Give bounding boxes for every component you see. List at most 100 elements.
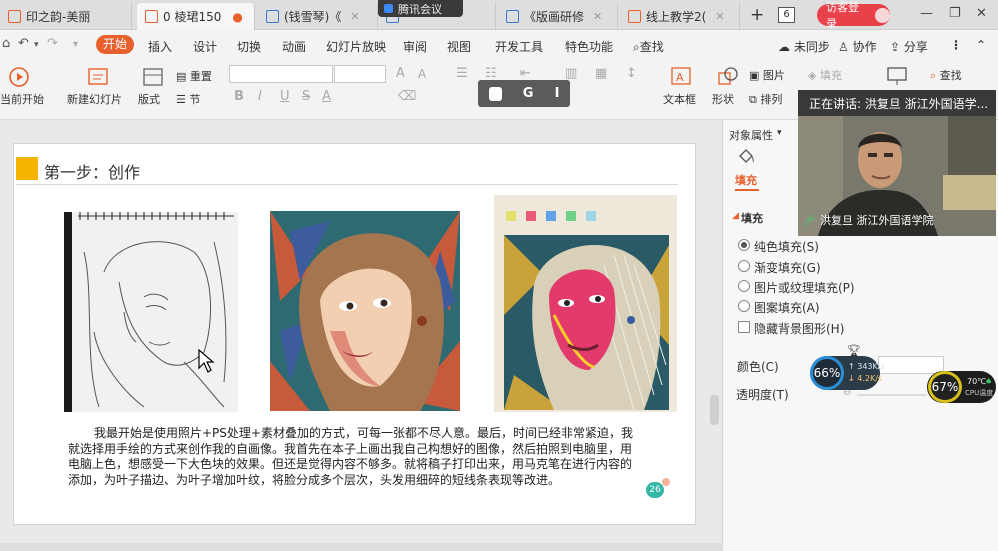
collab-button[interactable]: ♙ 协作 bbox=[838, 38, 877, 55]
shape-icon[interactable] bbox=[717, 66, 739, 86]
share-button[interactable]: ⇪ 分享 bbox=[890, 38, 928, 55]
transparency-slider[interactable] bbox=[857, 394, 927, 396]
bold-button[interactable]: B bbox=[234, 89, 244, 104]
font-color-button[interactable]: A bbox=[322, 89, 331, 104]
document-tab[interactable]: (钱雪琴)《 ✕ bbox=[258, 3, 378, 30]
close-tab-icon[interactable]: ✕ bbox=[593, 10, 602, 23]
fill-bucket-icon[interactable] bbox=[736, 147, 756, 165]
shape-label[interactable]: 形状 bbox=[712, 91, 734, 107]
object-properties-header[interactable]: 对象属性 bbox=[729, 127, 773, 143]
from-current-label[interactable]: 当前开始 bbox=[0, 91, 44, 107]
fill-button[interactable]: ◈ 填充 bbox=[808, 67, 842, 83]
menu-developer[interactable]: 开发工具 bbox=[495, 38, 543, 55]
menu-features[interactable]: 特色功能 bbox=[565, 38, 613, 55]
hand-icon[interactable] bbox=[488, 86, 502, 101]
undo-icon[interactable]: ↶ bbox=[18, 36, 29, 51]
document-tab[interactable]: 《版画研修 ✕ bbox=[498, 3, 618, 30]
solid-fill-radio[interactable] bbox=[738, 239, 750, 251]
print-icon[interactable]: ⌂ bbox=[2, 36, 10, 51]
eraser-icon[interactable]: ⌫ bbox=[398, 89, 416, 104]
play-from-current-icon[interactable] bbox=[8, 66, 30, 88]
layout-icon[interactable] bbox=[142, 66, 164, 88]
menu-insert[interactable]: 插入 bbox=[148, 38, 172, 55]
presenter-icon[interactable] bbox=[886, 66, 908, 86]
undo-dropdown-icon[interactable]: ▾ bbox=[34, 40, 39, 50]
new-slide-label[interactable]: 新建幻灯片 bbox=[67, 91, 122, 107]
slide-paragraph[interactable]: 我最开始是使用照片+PS处理+素材叠加的方式，可每一张都不尽人意。最后，时间已经… bbox=[68, 426, 676, 488]
more-icon[interactable]: ⋮ bbox=[950, 38, 962, 52]
menu-start-tab[interactable]: 开始 bbox=[96, 35, 134, 54]
hide-background-checkbox[interactable] bbox=[738, 321, 750, 333]
close-tab-icon[interactable]: ✕ bbox=[715, 10, 724, 23]
redo-icon[interactable]: ↷ bbox=[47, 36, 58, 51]
picture-fill-radio[interactable] bbox=[738, 280, 750, 292]
horizontal-scrollbar[interactable] bbox=[0, 543, 722, 551]
columns-icon[interactable]: ▥ bbox=[565, 66, 577, 81]
floating-i-button[interactable]: I bbox=[555, 86, 560, 101]
ppt-icon bbox=[145, 10, 158, 23]
restore-icon[interactable]: ❐ bbox=[949, 6, 961, 21]
pencil-sketch-portrait bbox=[64, 212, 234, 412]
close-tab-icon[interactable]: ✕ bbox=[350, 10, 359, 23]
document-tab-active[interactable]: 0 棱珺150 ● bbox=[137, 3, 255, 30]
section-button[interactable]: ☰ 节 bbox=[176, 91, 200, 107]
underline-button[interactable]: U bbox=[280, 89, 290, 104]
increase-font-icon[interactable]: A bbox=[396, 66, 405, 81]
picture-fill-label[interactable]: 图片或纹理填充(P) bbox=[754, 279, 855, 296]
layout-label[interactable]: 版式 bbox=[138, 91, 160, 107]
font-size-select[interactable] bbox=[334, 65, 386, 83]
find-button[interactable]: ⌕ 查找 bbox=[930, 67, 962, 83]
close-window-icon[interactable]: ✕ bbox=[976, 6, 987, 21]
solid-fill-label[interactable]: 纯色填充(S) bbox=[754, 238, 819, 255]
document-tab[interactable]: 线上教学2( ✕ bbox=[620, 3, 740, 30]
numbered-list-icon[interactable]: ☷ bbox=[485, 66, 497, 81]
vertical-scrollbar[interactable] bbox=[710, 395, 719, 425]
expand-triangle-icon[interactable]: ◢ bbox=[732, 211, 739, 221]
digital-color-image[interactable] bbox=[270, 211, 460, 411]
arrange-button[interactable]: ⧉ 排列 bbox=[749, 91, 782, 107]
picture-button[interactable]: ▣ 图片 bbox=[749, 67, 785, 83]
menu-transition[interactable]: 切换 bbox=[237, 38, 261, 55]
hide-background-label[interactable]: 隐藏背景图形(H) bbox=[754, 320, 844, 337]
floating-g-button[interactable]: G bbox=[523, 86, 534, 101]
menu-design[interactable]: 设计 bbox=[193, 38, 217, 55]
bullet-list-icon[interactable]: ☰ bbox=[456, 66, 468, 81]
chevron-down-icon[interactable]: ▾ bbox=[777, 128, 782, 138]
tab-fill[interactable]: 填充 bbox=[735, 172, 757, 188]
textbox-icon[interactable]: A bbox=[670, 66, 692, 86]
pattern-fill-radio[interactable] bbox=[738, 300, 750, 312]
document-tab[interactable]: 印之韵-美丽 bbox=[0, 3, 132, 30]
guest-login-button[interactable]: 访客登录 bbox=[817, 1, 890, 30]
reset-button[interactable]: ▤ 重置 bbox=[176, 68, 212, 84]
menu-slideshow[interactable]: 幻灯片放映 bbox=[326, 38, 386, 55]
decrease-font-icon[interactable]: A bbox=[418, 67, 426, 81]
strike-button[interactable]: S bbox=[302, 89, 310, 104]
marker-print-image[interactable] bbox=[494, 195, 677, 412]
menu-search[interactable]: ⌕查找 bbox=[633, 38, 664, 55]
indent-icon[interactable]: ⇤ bbox=[520, 66, 531, 81]
italic-button[interactable]: I bbox=[258, 89, 262, 104]
table-icon[interactable]: ▦ bbox=[595, 66, 607, 81]
more-dropdown-icon[interactable]: ▾ bbox=[73, 39, 78, 50]
font-family-select[interactable] bbox=[229, 65, 333, 83]
new-tab-plus-icon[interactable]: + bbox=[750, 5, 764, 25]
fill-section-header[interactable]: 填充 bbox=[741, 210, 763, 226]
new-slide-icon[interactable] bbox=[86, 66, 110, 88]
menu-review[interactable]: 审阅 bbox=[403, 38, 427, 55]
tab-count-badge[interactable]: 6 bbox=[778, 7, 795, 23]
sketch-image[interactable] bbox=[64, 212, 238, 412]
gradient-fill-label[interactable]: 渐变填充(G) bbox=[754, 259, 821, 276]
meeting-indicator[interactable]: 腾讯会议 bbox=[378, 0, 463, 17]
gradient-fill-radio[interactable] bbox=[738, 260, 750, 272]
line-spacing-icon[interactable]: ↕ bbox=[626, 66, 637, 81]
pattern-fill-label[interactable]: 图案填充(A) bbox=[754, 299, 820, 316]
minimize-icon[interactable]: — bbox=[920, 6, 933, 21]
menu-view[interactable]: 视图 bbox=[447, 38, 471, 55]
textbox-label[interactable]: 文本框 bbox=[663, 91, 696, 107]
menu-animation[interactable]: 动画 bbox=[282, 38, 306, 55]
page-number-badge: 26 bbox=[646, 482, 664, 498]
sync-status[interactable]: ☁ 未同步 bbox=[778, 38, 830, 55]
slide-title[interactable]: 第一步：创作 bbox=[44, 159, 140, 183]
collapse-ribbon-icon[interactable]: ⌃ bbox=[976, 38, 986, 52]
color-picker[interactable] bbox=[878, 356, 944, 374]
